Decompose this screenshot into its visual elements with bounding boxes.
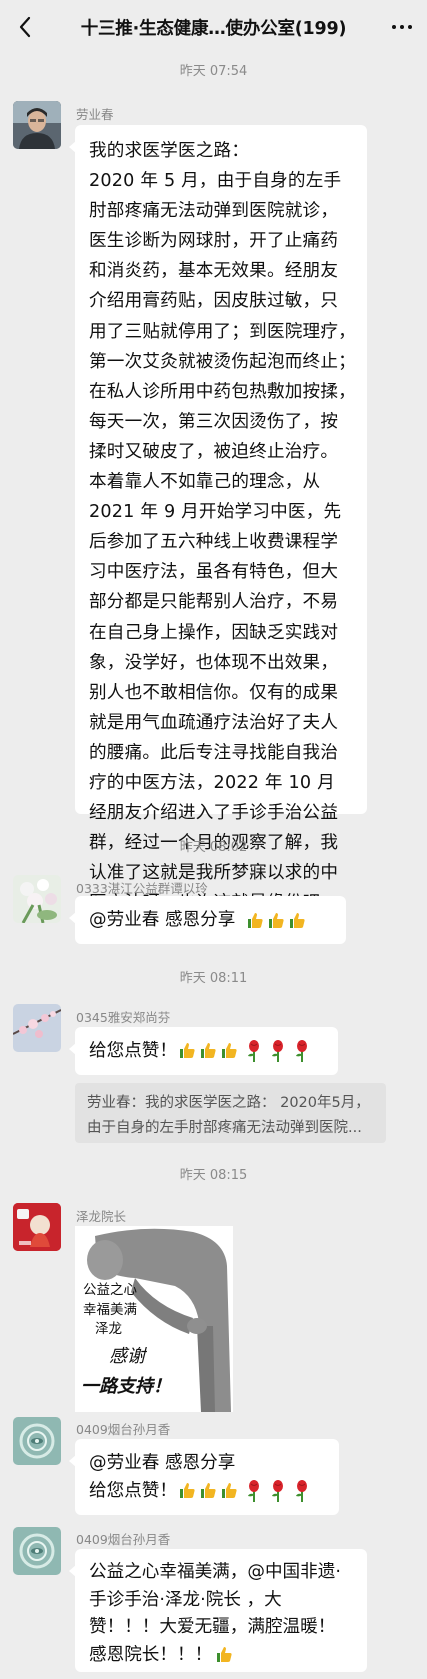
timestamp: 昨天 08:11 xyxy=(179,971,248,986)
sticker-text: 一路支持！ xyxy=(81,1376,171,1397)
more-dots-icon xyxy=(392,25,396,29)
thumbs-up-icon xyxy=(217,1646,232,1662)
sender-name: 劳业春 xyxy=(76,107,114,122)
emoji-group xyxy=(177,1040,311,1062)
avatar[interactable] xyxy=(13,875,61,923)
message-line: 用了三贴就停用了；到医院理疗， xyxy=(89,321,356,342)
sender-name: 0333湛江公益群谭以玲 xyxy=(76,881,208,896)
message-bubble[interactable]: 我的求医学医之路： 2020 年 5 月，由于自身的左手 肘部疼痛无法动弹到医院就诊… xyxy=(69,125,367,913)
message-text: @劳业春 感恩分享 给您点赞！ xyxy=(75,1439,339,1515)
sticker-text: 感谢 xyxy=(109,1346,145,1367)
avatar-blossom-icon xyxy=(13,1004,61,1052)
rose-icon xyxy=(295,1040,307,1062)
sender-name: 0345雅安郑尚芬 xyxy=(76,1010,171,1025)
rose-icon xyxy=(295,1480,307,1502)
message-text-content: 感恩院长！！！ xyxy=(89,1644,213,1665)
timestamp: 昨天 07:54 xyxy=(179,64,248,79)
timestamp: 昨天 08:02 xyxy=(179,840,248,855)
rose-icon xyxy=(247,1480,259,1502)
message-line: 习中医疗法，虽各有特色，但大 xyxy=(89,562,339,583)
quote-line: 由于自身的左手肘部疼痛无法动弹到医院... xyxy=(87,1120,362,1136)
sticker-text: 幸福美满 xyxy=(83,1302,137,1317)
back-button[interactable] xyxy=(12,14,38,40)
message-line: 肘部疼痛无法动弹到医院就诊， xyxy=(89,201,339,222)
thumbs-up-icon xyxy=(268,913,284,928)
message-text: 给您点赞！ xyxy=(75,1027,338,1075)
rose-icon xyxy=(271,1040,283,1062)
message-text: 公益之心幸福美满，@中国非遗· 手诊手治·泽龙·院长 ，大 赞！！！大爱无疆，满… xyxy=(75,1549,367,1679)
thumbs-up-icon xyxy=(200,1483,216,1498)
message-line: 医生诊断为网球肘，开了止痛药 xyxy=(89,231,339,252)
message-line: 给您点赞！ xyxy=(89,1477,325,1505)
message-line: 就是用气血疏通疗法治好了夫人 xyxy=(89,712,339,733)
avatar-mandala-icon xyxy=(13,1417,61,1465)
sender-name: 泽龙院长 xyxy=(76,1209,127,1224)
message-line: 后参加了五六种线上收费课程学 xyxy=(89,532,339,553)
message-line: 经朋友介绍进入了手诊手治公益 xyxy=(89,803,339,824)
sender-name: 0409烟台孙月香 xyxy=(76,1422,171,1437)
message-line: 我的求医学医之路： xyxy=(89,141,250,161)
message-line: 本着靠人不如靠己的理念，从 xyxy=(89,472,321,493)
message-line: 介绍用膏药贴，因皮肤过敏，只 xyxy=(89,291,339,312)
thumbs-up-icon xyxy=(221,1043,237,1058)
message-text-content: @劳业春 感恩分享 xyxy=(89,910,236,930)
thumbs-up-emoji-group xyxy=(245,910,307,930)
rose-icon xyxy=(247,1040,259,1062)
thumbs-up-icon xyxy=(221,1483,237,1498)
message-line: 在私人诊所用中药包热敷加按揉， xyxy=(89,381,356,402)
message-line: 的腰痛。此后专注寻找能自我治 xyxy=(89,742,339,763)
avatar[interactable] xyxy=(13,1203,61,1251)
message-line: 和消炎药，基本无效果。经朋友 xyxy=(89,261,339,282)
sticker-text: 公益之心 xyxy=(83,1282,137,1297)
thumbs-up-icon xyxy=(179,1043,195,1058)
avatar[interactable] xyxy=(13,1527,61,1575)
rose-icon xyxy=(271,1480,283,1502)
message-line: 2020 年 5 月，由于自身的左手 xyxy=(89,171,342,192)
avatar-logo-icon xyxy=(13,1203,61,1251)
bow-sticker[interactable]: 公益之心 幸福美满 泽龙 感谢 一路支持！ xyxy=(75,1226,233,1412)
quote-line: 劳业春：我的求医学医之路： 2020年5月， xyxy=(87,1095,370,1111)
message-line: 手诊手治·泽龙·院长 ，大 xyxy=(89,1589,282,1610)
message-bubble[interactable]: @劳业春 感恩分享 给您点赞！ xyxy=(69,1439,339,1515)
avatar[interactable] xyxy=(13,101,61,149)
avatar-mandala-icon xyxy=(13,1527,61,1575)
thumbs-up-icon xyxy=(247,913,263,928)
thumbs-up-icon xyxy=(200,1043,216,1058)
message-line: 象，没学好，也体现不出效果， xyxy=(89,652,339,673)
avatar-flowers-icon xyxy=(13,875,61,923)
message-line: 感恩院长！！！ xyxy=(89,1642,353,1670)
avatar[interactable] xyxy=(13,1004,61,1052)
message-line: 赞！！！大爱无疆，满腔温暖！ xyxy=(89,1617,336,1637)
message-text: @劳业春 感恩分享 xyxy=(75,896,346,944)
message-line: 部分都是只能帮别人治疗，不易 xyxy=(89,592,339,613)
message-line: 疗的中医方法，2022 年 10 月 xyxy=(89,772,335,793)
message-line: 第一次艾灸就被烫伤起泡而终止； xyxy=(89,351,356,372)
message-bubble[interactable]: 给您点赞！ xyxy=(69,1027,338,1075)
avatar[interactable] xyxy=(13,1417,61,1465)
avatar-photo-icon xyxy=(13,101,61,149)
message-line: 在自己身上操作，因缺乏实践对 xyxy=(89,622,339,643)
more-button[interactable] xyxy=(387,14,417,40)
message-line: @劳业春 感恩分享 xyxy=(89,1453,236,1473)
message-line: 揉时又破皮了，被迫终止治疗。 xyxy=(89,441,339,462)
message-text-content: 给您点赞！ xyxy=(89,1041,177,1061)
message-bubble[interactable]: 公益之心幸福美满，@中国非遗· 手诊手治·泽龙·院长 ，大 赞！！！大爱无疆，满… xyxy=(69,1549,367,1672)
message-line: 公益之心幸福美满，@中国非遗· xyxy=(89,1562,341,1582)
message-line: 每天一次，第三次因烫伤了，按 xyxy=(89,411,339,432)
message-line: 2021 年 9 月开始学习中医，先 xyxy=(89,502,342,523)
emoji-group xyxy=(177,1480,311,1502)
timestamp: 昨天 08:15 xyxy=(179,1168,248,1183)
chevron-left-icon xyxy=(19,16,31,38)
thumbs-up-icon xyxy=(289,913,305,928)
message-text-content: 给您点赞！ xyxy=(89,1481,177,1501)
message-bubble[interactable]: @劳业春 感恩分享 xyxy=(69,896,346,944)
sender-name: 0409烟台孙月香 xyxy=(76,1532,171,1547)
sticker-text: 泽龙 xyxy=(95,1321,122,1336)
chat-header: 十三推·生态健康…使办公室(199) xyxy=(0,0,427,54)
message-text: 我的求医学医之路： 2020 年 5 月，由于自身的左手 肘部疼痛无法动弹到医院就诊… xyxy=(75,125,367,929)
quoted-message[interactable]: 劳业春：我的求医学医之路： 2020年5月， 由于自身的左手肘部疼痛无法动弹到医… xyxy=(75,1083,386,1143)
chat-title: 十三推·生态健康…使办公室(199) xyxy=(80,18,347,39)
message-line: 别人也不敢相信你。仅有的成果 xyxy=(89,682,339,703)
thumbs-up-icon xyxy=(179,1483,195,1498)
